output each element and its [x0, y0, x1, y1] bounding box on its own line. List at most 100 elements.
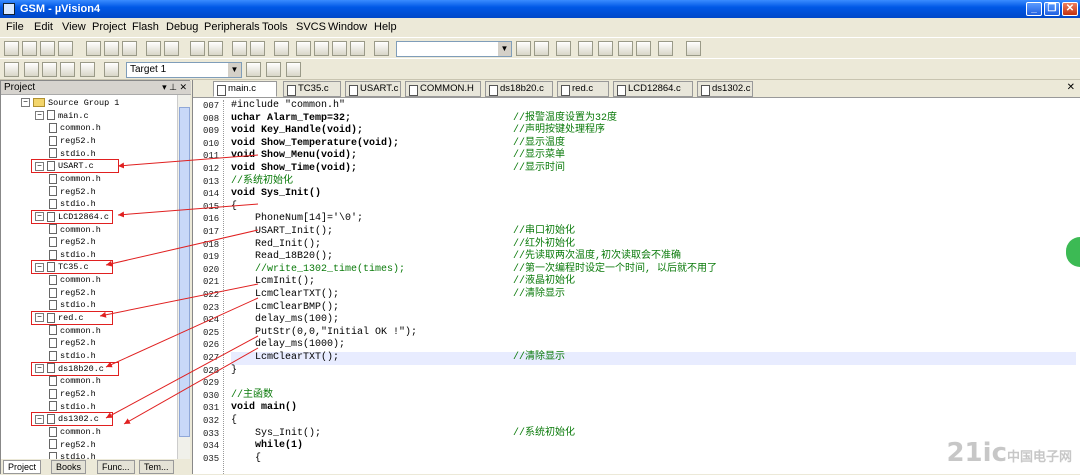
- tree-include[interactable]: common.h: [49, 375, 101, 387]
- project-tab-0[interactable]: Project: [3, 460, 42, 474]
- code-line[interactable]: }: [231, 365, 1076, 378]
- editor-tab-tc35-c[interactable]: TC35.c: [283, 81, 341, 97]
- tree-include[interactable]: reg52.h: [49, 135, 96, 147]
- code-line[interactable]: void Key_Handle(void); //声明按键处理程序: [231, 125, 1076, 138]
- toolbar-icon[interactable]: [122, 41, 137, 56]
- code-line[interactable]: LcmClearTXT(); //清除显示: [231, 289, 1076, 302]
- tree-include[interactable]: common.h: [49, 122, 101, 134]
- code-line[interactable]: {: [231, 201, 1076, 214]
- code-line[interactable]: USART_Init(); //串口初始化: [231, 226, 1076, 239]
- tree-include[interactable]: reg52.h: [49, 186, 96, 198]
- toolbar-icon[interactable]: [296, 41, 311, 56]
- tree-include[interactable]: common.h: [49, 325, 101, 337]
- code-line[interactable]: //系统初始化: [231, 176, 1076, 189]
- code-line[interactable]: {: [231, 415, 1076, 428]
- toolbar-icon[interactable]: [24, 62, 39, 77]
- code-line[interactable]: uchar Alarm_Temp=32; //报警温度设置为32度: [231, 113, 1076, 126]
- menu-help[interactable]: Help: [374, 21, 397, 33]
- toolbar-icon[interactable]: [146, 41, 161, 56]
- toolbar-icon[interactable]: [598, 41, 613, 56]
- tree-include[interactable]: stdio.h: [49, 198, 96, 210]
- editor-tab-common-h[interactable]: COMMON.H: [405, 81, 481, 97]
- code-line[interactable]: LcmClearBMP();: [231, 302, 1076, 315]
- menu-file[interactable]: File: [6, 21, 24, 33]
- code-editor[interactable]: ✕ main.c TC35.c USART.c COMMON.H ds18b20.c re…: [192, 80, 1080, 474]
- collapse-icon[interactable]: −: [21, 98, 30, 108]
- menu-edit[interactable]: Edit: [34, 21, 53, 33]
- code-line[interactable]: #include "common.h": [231, 100, 1076, 113]
- restore-button[interactable]: ❐: [1044, 2, 1060, 16]
- code-line[interactable]: LcmInit(); //液晶初始化: [231, 276, 1076, 289]
- minimize-button[interactable]: _: [1026, 2, 1042, 16]
- toolbar-icon[interactable]: [274, 41, 289, 56]
- toolbar-icon[interactable]: [86, 41, 101, 56]
- toolbar-icon[interactable]: [314, 41, 329, 56]
- tree-include[interactable]: reg52.h: [49, 287, 96, 299]
- toolbar-icon[interactable]: [22, 41, 37, 56]
- tree-include[interactable]: common.h: [49, 173, 101, 185]
- toolbar-icon[interactable]: [4, 62, 19, 77]
- code-line[interactable]: void Show_Time(void); //显示时间: [231, 163, 1076, 176]
- toolbar-icon[interactable]: [104, 41, 119, 56]
- menu-view[interactable]: View: [62, 21, 86, 33]
- code-line[interactable]: LcmClearTXT(); //清除显示: [231, 352, 1076, 365]
- project-scrollbar[interactable]: [177, 95, 190, 459]
- toolbar-icon[interactable]: [332, 41, 347, 56]
- tree-include[interactable]: stdio.h: [49, 401, 96, 413]
- tree-include[interactable]: common.h: [49, 274, 101, 286]
- tree-include[interactable]: reg52.h: [49, 337, 96, 349]
- toolbar-icon[interactable]: [578, 41, 593, 56]
- code-line[interactable]: Red_Init(); //红外初始化: [231, 239, 1076, 252]
- toolbar-icon[interactable]: [250, 41, 265, 56]
- toolbar-icon[interactable]: [534, 41, 549, 56]
- code-line[interactable]: PutStr(0,0,"Initial OK !");: [231, 327, 1076, 340]
- toolbar-icon[interactable]: [4, 41, 19, 56]
- tree-group-source[interactable]: − Source Group 1: [21, 97, 119, 109]
- project-tab-1[interactable]: Books: [51, 460, 87, 474]
- pin-close-icons[interactable]: ▾ ⊥ ✕: [162, 81, 187, 94]
- editor-tab-ds1302-c[interactable]: ds1302.c: [697, 81, 753, 97]
- editor-tab-lcd12864-c[interactable]: LCD12864.c: [613, 81, 693, 97]
- tree-include[interactable]: common.h: [49, 224, 101, 236]
- tree-include[interactable]: reg52.h: [49, 439, 96, 451]
- menu-tools[interactable]: Tools: [262, 21, 288, 33]
- tree-file-main-c[interactable]: − main.c: [35, 110, 89, 122]
- editor-tab-ds18b20-c[interactable]: ds18b20.c: [485, 81, 553, 97]
- toolbar-icon[interactable]: [658, 41, 673, 56]
- code-line[interactable]: void Show_Temperature(void); //显示温度: [231, 138, 1076, 151]
- code-line[interactable]: delay_ms(1000);: [231, 339, 1076, 352]
- menu-peripherals[interactable]: Peripherals: [204, 21, 260, 33]
- toolbar-icon[interactable]: [516, 41, 531, 56]
- close-button[interactable]: ✕: [1062, 2, 1078, 16]
- menu-debug[interactable]: Debug: [166, 21, 198, 33]
- toolbar-icon[interactable]: [208, 41, 223, 56]
- menu-window[interactable]: Window: [328, 21, 367, 33]
- toolbar-icon[interactable]: [60, 62, 75, 77]
- toolbar-icon[interactable]: [80, 62, 95, 77]
- code-area[interactable]: #include "common.h" uchar Alarm_Temp=32; /…: [231, 100, 1080, 474]
- chevron-down-icon[interactable]: ▼: [498, 42, 511, 56]
- toolbar-icon[interactable]: [164, 41, 179, 56]
- toolbar-icon[interactable]: [350, 41, 365, 56]
- editor-tab-usart-c[interactable]: USART.c: [345, 81, 401, 97]
- project-tab-3[interactable]: Tem...: [139, 460, 174, 474]
- toolbar-icon[interactable]: [246, 62, 261, 77]
- toolbar-icon[interactable]: [266, 62, 281, 77]
- code-line[interactable]: [231, 377, 1076, 390]
- chevron-down-icon[interactable]: ▼: [228, 63, 241, 77]
- tree-include[interactable]: stdio.h: [49, 350, 96, 362]
- tree-include[interactable]: reg52.h: [49, 236, 96, 248]
- toolbar-icon[interactable]: [42, 62, 57, 77]
- toolbar-icon[interactable]: [40, 41, 55, 56]
- menu-project[interactable]: Project: [92, 21, 126, 33]
- editor-tab-red-c[interactable]: red.c: [557, 81, 609, 97]
- tree-include[interactable]: stdio.h: [49, 148, 96, 160]
- close-tab-icon[interactable]: ✕: [1067, 82, 1075, 93]
- collapse-icon[interactable]: −: [35, 110, 44, 120]
- toolbar-icon[interactable]: [636, 41, 651, 56]
- code-line[interactable]: void main(): [231, 402, 1076, 415]
- tree-include[interactable]: stdio.h: [49, 299, 96, 311]
- project-tab-2[interactable]: Func...: [97, 460, 135, 474]
- toolbar-icon[interactable]: [374, 41, 389, 56]
- toolbar-icon[interactable]: [232, 41, 247, 56]
